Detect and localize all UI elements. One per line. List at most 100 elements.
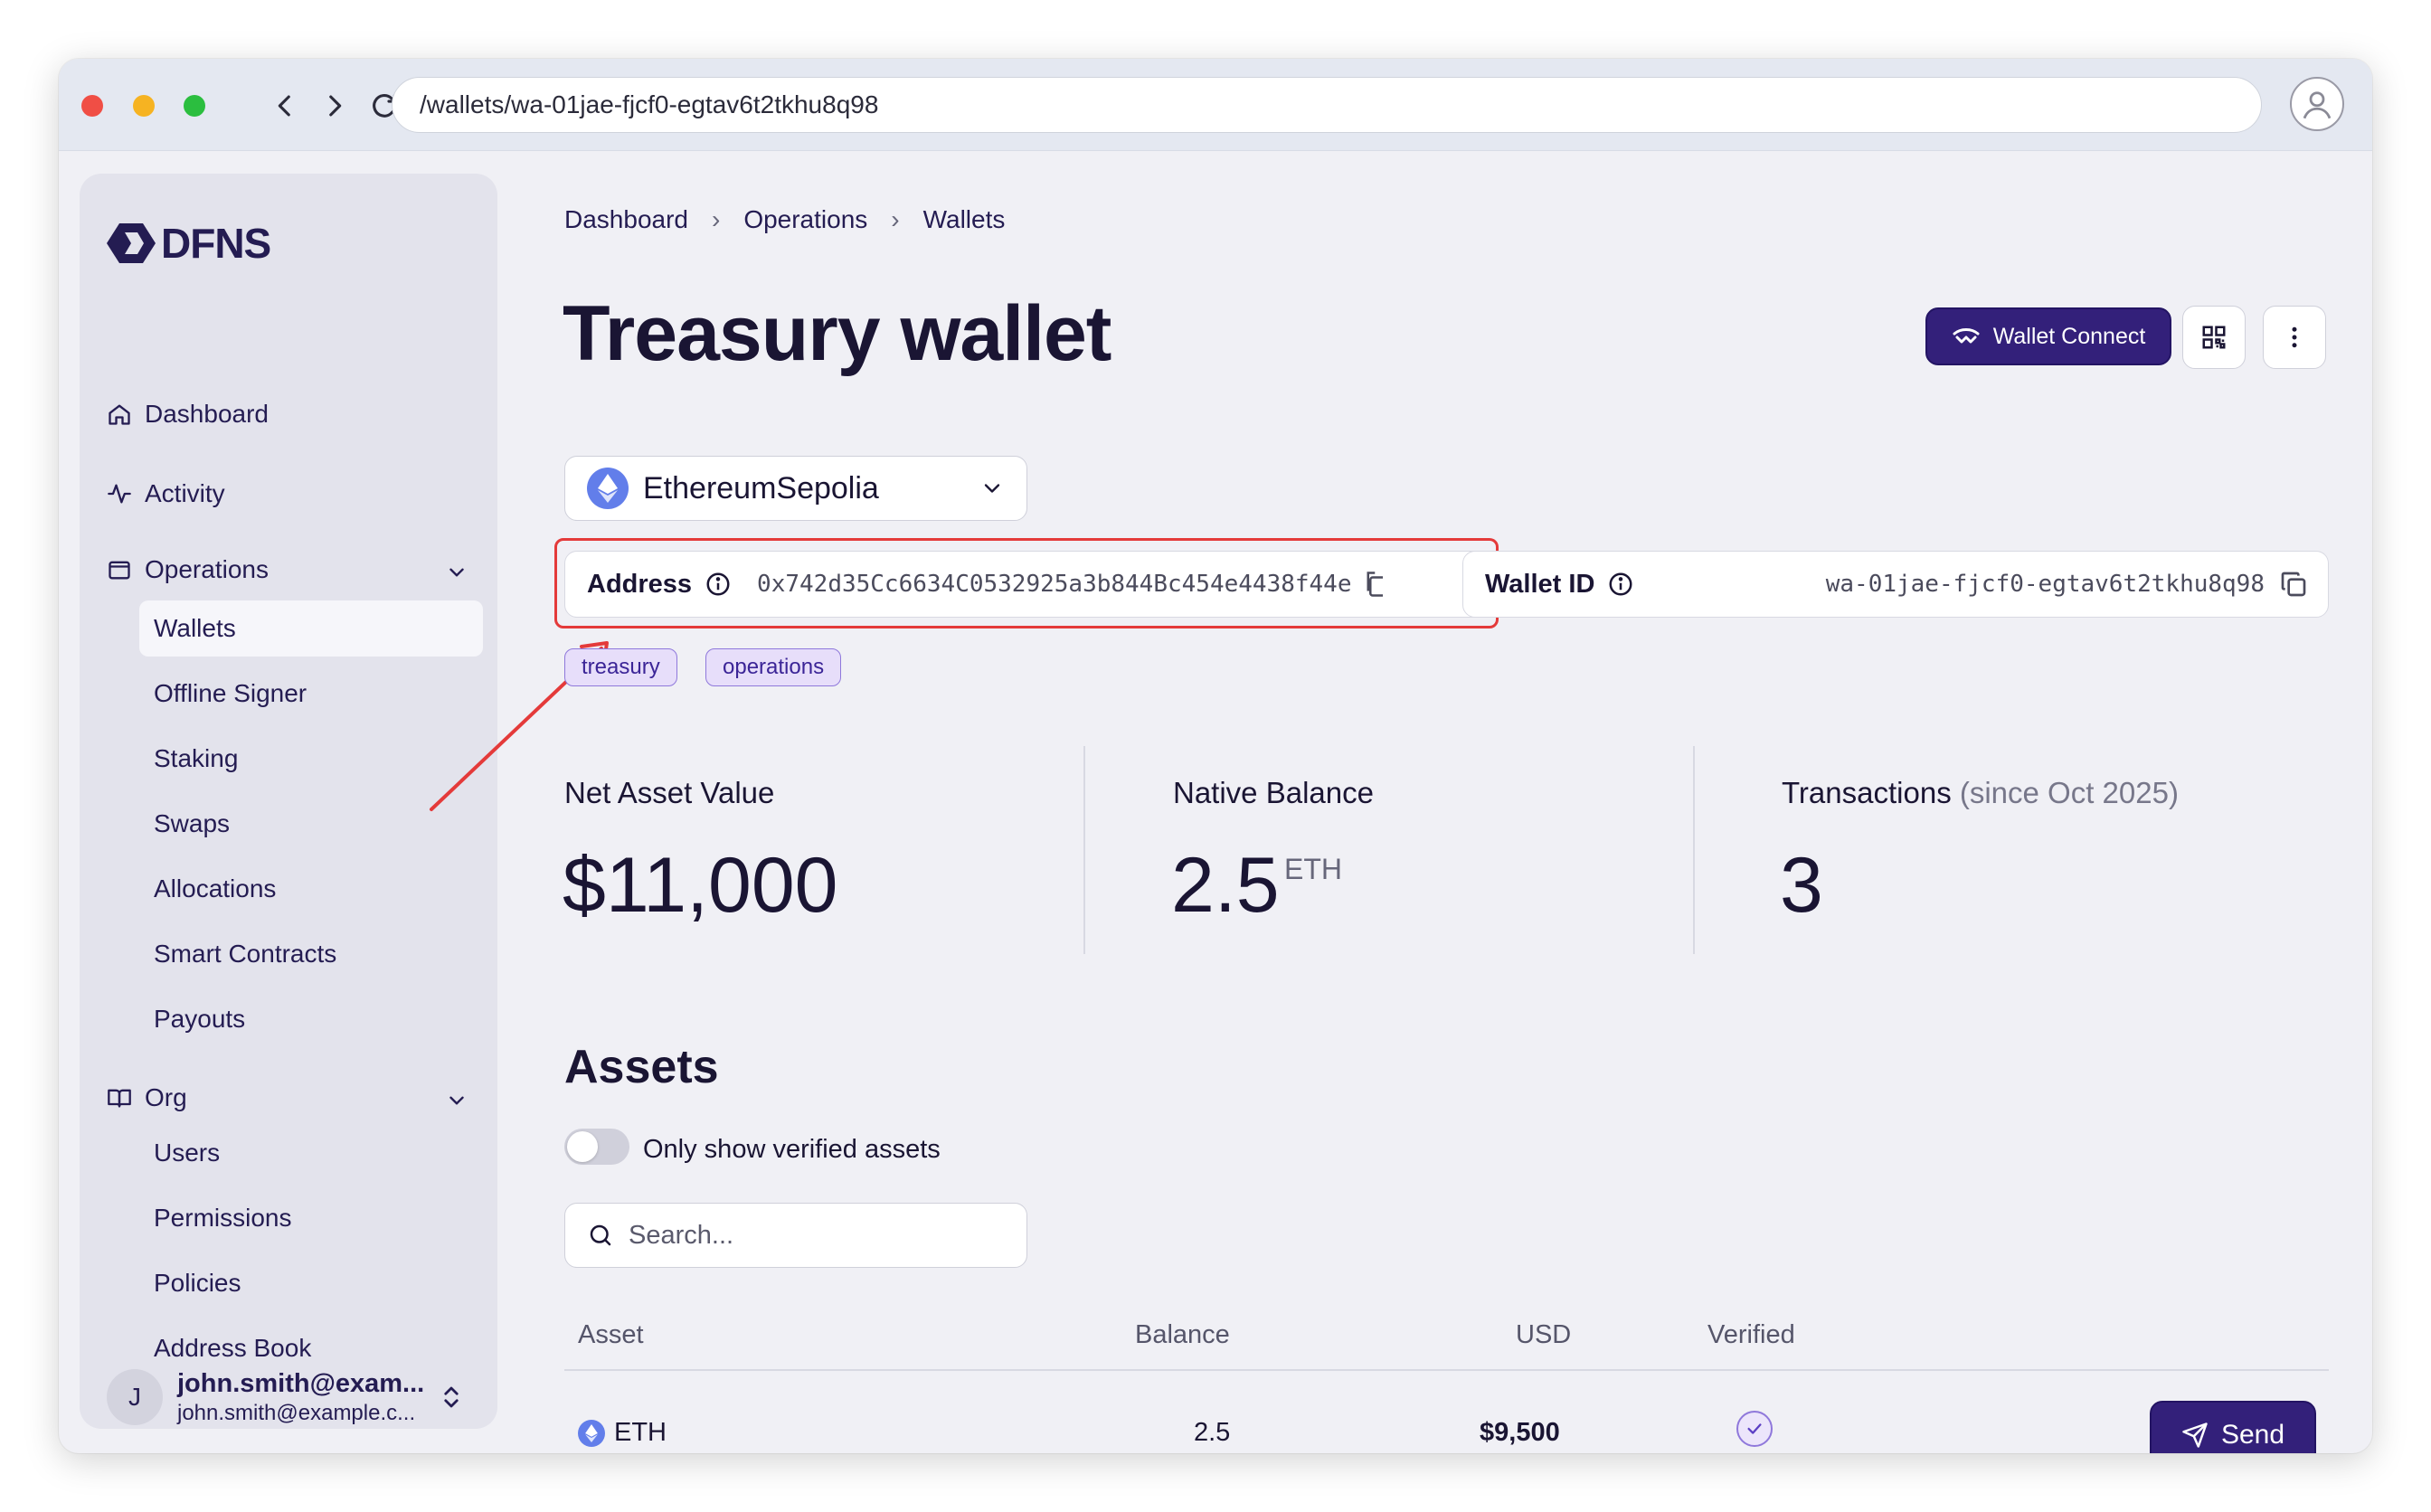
browser-window: /wallets/wa-01jae-fjcf0-egtav6t2tkhu8q98…	[59, 59, 2372, 1453]
chevron-down-icon[interactable]	[445, 561, 468, 584]
sidebar-item-label: Staking	[154, 744, 239, 772]
page-title: Treasury wallet	[563, 290, 1111, 377]
column-header-verified[interactable]: Verified	[1707, 1320, 1795, 1350]
stats-divider	[1083, 746, 1085, 954]
send-icon	[2182, 1422, 2208, 1448]
qr-code-button[interactable]	[2182, 306, 2246, 369]
home-icon	[109, 404, 130, 425]
sidebar-item-activity[interactable]: Activity	[107, 479, 225, 508]
ethereum-icon	[587, 468, 629, 509]
sidebar-item-label: Policies	[154, 1269, 241, 1297]
sidebar-item-label: Permissions	[154, 1204, 292, 1232]
tag-treasury[interactable]: treasury	[564, 648, 677, 686]
usd-cell: $9,500	[1480, 1418, 1560, 1447]
net-asset-value-label: Net Asset Value	[564, 776, 775, 809]
back-button[interactable]	[265, 86, 305, 126]
sidebar-item-label: Activity	[145, 479, 225, 507]
address-highlight-box	[554, 538, 1499, 628]
profile-button[interactable]	[2290, 77, 2344, 131]
copy-icon[interactable]	[2279, 570, 2308, 599]
user-info: john.smith@exam... john.smith@example.c.…	[177, 1369, 424, 1426]
chevron-left-icon	[278, 95, 290, 117]
more-vertical-icon	[2292, 326, 2297, 348]
minimize-window-button[interactable]	[133, 95, 155, 117]
chevron-down-icon	[984, 484, 1000, 493]
chevron-down-icon[interactable]	[445, 1089, 468, 1112]
breadcrumb-dashboard[interactable]: Dashboard	[564, 205, 688, 234]
user-menu[interactable]: J john.smith@exam... john.smith@example.…	[107, 1366, 478, 1429]
browser-toolbar: /wallets/wa-01jae-fjcf0-egtav6t2tkhu8q98	[59, 59, 2372, 151]
net-asset-value: $11,000	[563, 842, 838, 929]
ethereum-icon	[578, 1419, 605, 1447]
breadcrumb-wallets[interactable]: Wallets	[923, 205, 1006, 234]
more-options-button[interactable]	[2263, 306, 2326, 369]
assets-title: Assets	[564, 1041, 719, 1093]
asset-name: ETH	[614, 1418, 667, 1447]
native-balance-value: 2.5	[1171, 842, 1280, 929]
sidebar-item-payouts[interactable]: Payouts	[139, 991, 483, 1047]
column-header-asset[interactable]: Asset	[578, 1320, 644, 1350]
verified-toggle[interactable]	[564, 1129, 629, 1165]
sidebar-item-label: Allocations	[154, 874, 277, 902]
close-window-button[interactable]	[81, 95, 103, 117]
sidebar-item-label: Operations	[145, 555, 269, 583]
sidebar-item-allocations[interactable]: Allocations	[139, 861, 483, 917]
search-input[interactable]	[629, 1220, 990, 1251]
breadcrumb-separator-icon: ›	[891, 205, 900, 233]
book-icon	[108, 1089, 131, 1108]
forward-button[interactable]	[315, 86, 355, 126]
logo-text: DFNS	[161, 220, 271, 267]
breadcrumb: Dashboard › Operations › Wallets	[564, 205, 1005, 234]
wallet-connect-button[interactable]: Wallet Connect	[1925, 307, 2171, 365]
sidebar-item-label: Address Book	[154, 1334, 312, 1362]
toggle-knob	[567, 1131, 598, 1162]
wallet-id-value: wa-01jae-fjcf0-egtav6t2tkhu8q98	[1825, 571, 2265, 598]
wallet-id-field: Wallet ID wa-01jae-fjcf0-egtav6t2tkhu8q9…	[1462, 551, 2329, 618]
verified-toggle-label: Only show verified assets	[643, 1135, 941, 1164]
sidebar-item-label: Users	[154, 1139, 221, 1167]
avatar: J	[107, 1369, 163, 1425]
wallet-connect-label: Wallet Connect	[1992, 323, 2146, 349]
dfns-logo-icon	[107, 223, 156, 263]
transactions-label: Transactions (since Oct 2025)	[1782, 776, 2179, 810]
column-header-balance[interactable]: Balance	[1135, 1320, 1230, 1350]
send-button[interactable]: Send	[2150, 1401, 2316, 1453]
column-header-usd[interactable]: USD	[1516, 1320, 1571, 1350]
asset-cell: ETH	[578, 1418, 667, 1448]
transactions-label-text: Transactions	[1782, 776, 1952, 809]
send-label: Send	[2220, 1420, 2285, 1450]
tag-operations[interactable]: operations	[705, 648, 842, 686]
breadcrumb-operations[interactable]: Operations	[743, 205, 867, 234]
sidebar-item-org[interactable]: Org	[107, 1083, 187, 1112]
maximize-window-button[interactable]	[184, 95, 205, 117]
balance-cell: 2.5	[1194, 1418, 1231, 1447]
user-name: john.smith@exam...	[177, 1368, 425, 1398]
qr-code-icon	[2202, 326, 2226, 349]
url-text: /wallets/wa-01jae-fjcf0-egtav6t2tkhu8q98	[420, 90, 879, 118]
stats-divider	[1693, 746, 1695, 954]
asset-search[interactable]	[564, 1203, 1027, 1268]
search-icon	[590, 1224, 611, 1246]
sidebar-item-label: Swaps	[154, 809, 231, 837]
sidebar-item-policies[interactable]: Policies	[139, 1255, 483, 1311]
sidebar-item-smart-contracts[interactable]: Smart Contracts	[139, 926, 483, 982]
table-header-divider	[564, 1369, 2329, 1371]
wallet-icon	[109, 561, 130, 580]
transactions-since: (since Oct 2025)	[1959, 776, 2179, 809]
dfns-logo[interactable]: DFNS	[107, 219, 271, 268]
sidebar-item-operations[interactable]: Operations	[107, 555, 269, 584]
sidebar-item-dashboard[interactable]: Dashboard	[107, 400, 269, 429]
sidebar-item-permissions[interactable]: Permissions	[139, 1190, 483, 1246]
sidebar-item-label: Dashboard	[145, 400, 269, 428]
info-icon[interactable]	[1607, 571, 1634, 598]
network-select-value: EthereumSepolia	[643, 470, 879, 506]
user-icon	[2303, 91, 2332, 119]
network-select[interactable]: EthereumSepolia	[564, 456, 1027, 521]
native-balance-unit: ETH	[1284, 853, 1342, 885]
sidebar-item-label: Smart Contracts	[154, 940, 337, 968]
walletconnect-icon	[1953, 328, 1980, 344]
chevron-up-down-icon	[444, 1386, 459, 1408]
breadcrumb-separator-icon: ›	[711, 205, 721, 233]
url-bar[interactable]: /wallets/wa-01jae-fjcf0-egtav6t2tkhu8q98	[392, 77, 2262, 133]
sidebar-item-users[interactable]: Users	[139, 1125, 483, 1181]
